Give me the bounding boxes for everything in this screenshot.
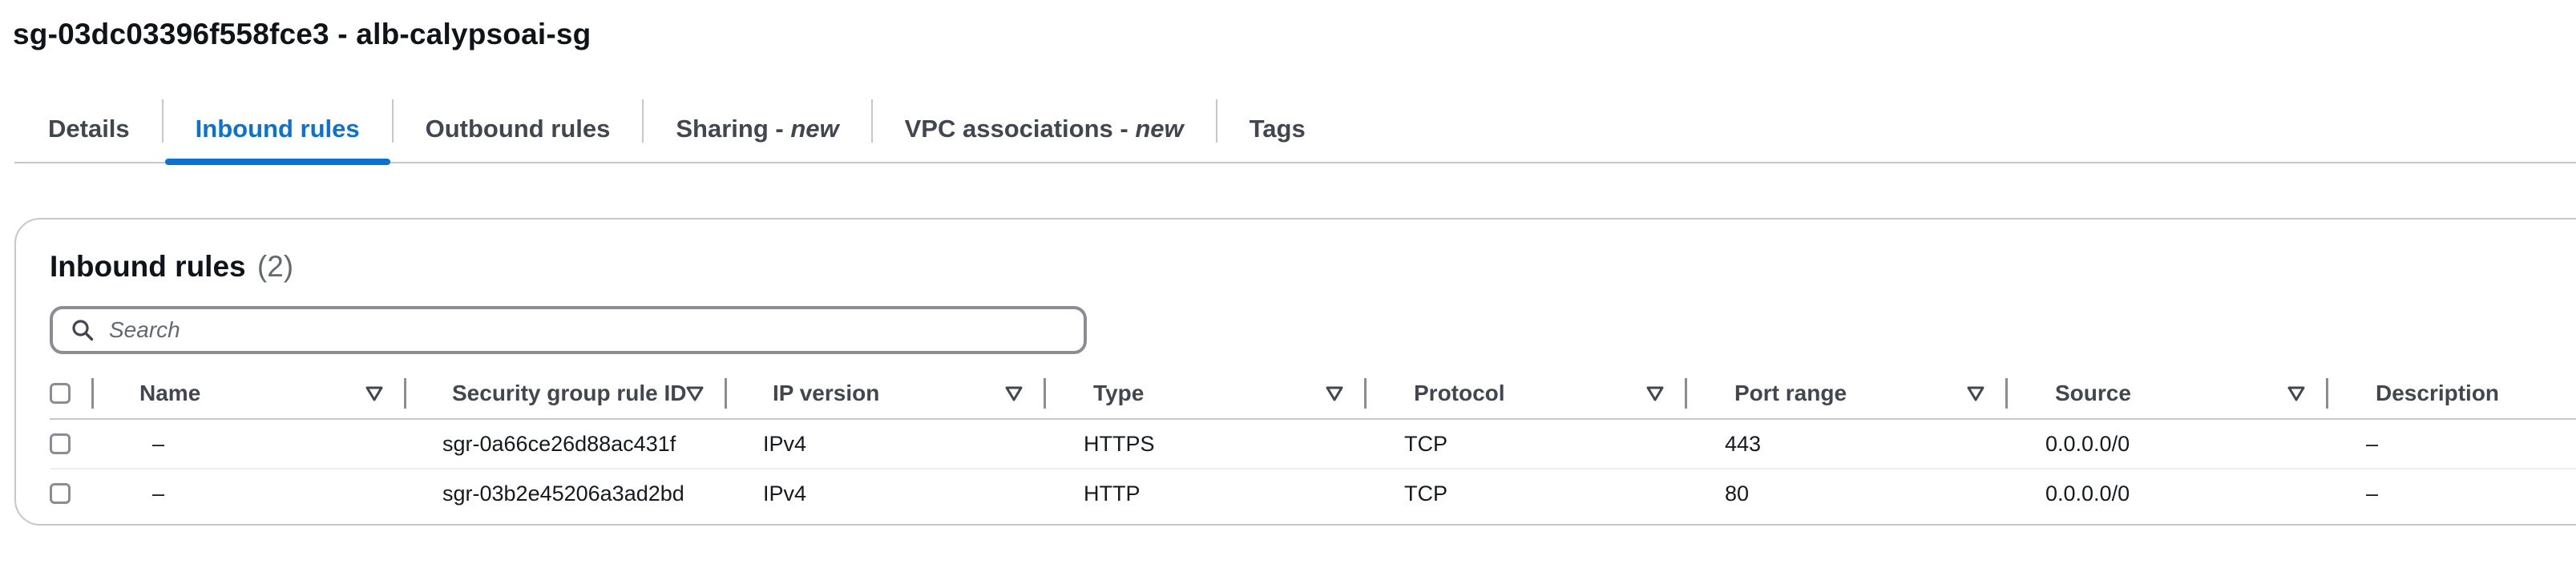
cell-type: HTTPS bbox=[1084, 431, 1155, 456]
cell-protocol: TCP bbox=[1404, 431, 1447, 456]
cell-port-range: 80 bbox=[1725, 481, 1750, 506]
tab-new-badge: new bbox=[790, 115, 839, 143]
column-label: Security group rule ID bbox=[452, 381, 687, 405]
cell-description: – bbox=[2366, 431, 2379, 456]
page-title: sg-03dc03396f558fce3 - alb-calypsoai-sg bbox=[13, 18, 592, 50]
tab-inbound-rules[interactable]: Inbound rules bbox=[164, 96, 392, 165]
column-label: Description bbox=[2376, 381, 2500, 405]
column-header-source[interactable]: Source bbox=[2055, 369, 2131, 418]
cell-source: 0.0.0.0/0 bbox=[2045, 481, 2130, 506]
column-header-rule-id[interactable]: Security group rule ID bbox=[452, 369, 687, 418]
tab-bar: Details Inbound rules Outbound rules Sha… bbox=[14, 96, 2576, 165]
rules-table: Name Security group rule ID IP version T… bbox=[50, 369, 2576, 518]
tab-label: Inbound rules bbox=[195, 115, 360, 143]
table-row[interactable]: – sgr-03b2e45206a3ad2bd IPv4 HTTP TCP 80… bbox=[50, 469, 2576, 518]
tab-new-badge: new bbox=[1135, 115, 1184, 143]
rule-count: (2) bbox=[256, 250, 294, 283]
panel-header: Inbound rules (2) bbox=[50, 250, 293, 284]
tab-outbound-rules[interactable]: Outbound rules bbox=[394, 96, 643, 162]
column-header-port-range[interactable]: Port range bbox=[1734, 369, 1847, 418]
cell-type: HTTP bbox=[1084, 481, 1141, 506]
tab-label: VPC associations - bbox=[904, 115, 1136, 143]
row-checkbox[interactable] bbox=[50, 433, 71, 454]
security-group-page: sg-03dc03396f558fce3 - alb-calypsoai-sg … bbox=[0, 0, 2576, 564]
column-resizer[interactable] bbox=[725, 378, 727, 409]
cell-ip-version: IPv4 bbox=[763, 431, 807, 456]
tab-label: Sharing - bbox=[676, 115, 791, 143]
sort-caret-down-icon[interactable] bbox=[1965, 383, 1986, 404]
column-header-description[interactable]: Description bbox=[2376, 369, 2499, 418]
tab-sharing[interactable]: Sharing - new bbox=[644, 96, 870, 162]
cell-ip-version: IPv4 bbox=[763, 481, 807, 506]
column-label: Source bbox=[2055, 381, 2131, 405]
column-resizer[interactable] bbox=[2326, 378, 2328, 409]
column-label: Protocol bbox=[1414, 381, 1505, 405]
tab-label: Outbound rules bbox=[425, 115, 611, 143]
row-select-cell bbox=[50, 420, 71, 468]
cell-rule-id: sgr-03b2e45206a3ad2bd bbox=[442, 481, 684, 506]
column-header-ip-version[interactable]: IP version bbox=[773, 369, 879, 418]
sort-caret-down-icon[interactable] bbox=[1003, 383, 1024, 404]
column-label: Name bbox=[139, 381, 201, 405]
column-resizer[interactable] bbox=[404, 378, 406, 409]
cell-name: – bbox=[152, 431, 165, 456]
cell-rule-id: sgr-0a66ce26d88ac431f bbox=[442, 431, 676, 456]
column-header-protocol[interactable]: Protocol bbox=[1414, 369, 1505, 418]
cell-port-range: 443 bbox=[1725, 431, 1762, 456]
cell-protocol: TCP bbox=[1404, 481, 1447, 506]
table-header: Name Security group rule ID IP version T… bbox=[50, 369, 2576, 420]
column-resizer[interactable] bbox=[2005, 378, 2008, 409]
inbound-rules-panel: Inbound rules (2) Name bbox=[14, 218, 2576, 526]
search-input[interactable] bbox=[107, 316, 1056, 344]
tab-label: Details bbox=[48, 115, 130, 143]
cell-source: 0.0.0.0/0 bbox=[2045, 431, 2130, 456]
sort-caret-down-icon[interactable] bbox=[1324, 383, 1345, 404]
column-resizer[interactable] bbox=[91, 378, 94, 409]
search-box[interactable] bbox=[50, 306, 1087, 354]
row-select-cell bbox=[50, 469, 71, 518]
sort-caret-down-icon[interactable] bbox=[2286, 383, 2307, 404]
panel-title: Inbound rules bbox=[50, 250, 246, 283]
column-resizer[interactable] bbox=[1364, 378, 1367, 409]
tab-vpc-associations[interactable]: VPC associations - new bbox=[873, 96, 1216, 162]
select-all-checkbox[interactable] bbox=[50, 383, 71, 404]
column-resizer[interactable] bbox=[1044, 378, 1046, 409]
tab-details[interactable]: Details bbox=[14, 96, 162, 162]
column-header-type[interactable]: Type bbox=[1093, 369, 1144, 418]
row-checkbox[interactable] bbox=[50, 483, 71, 504]
cell-description: – bbox=[2366, 481, 2379, 506]
cell-name: – bbox=[152, 481, 165, 506]
column-label: Port range bbox=[1734, 381, 1847, 405]
sort-caret-down-icon[interactable] bbox=[364, 383, 385, 404]
select-all-cell bbox=[50, 369, 71, 418]
tab-label: Tags bbox=[1249, 115, 1306, 143]
search-icon bbox=[69, 316, 96, 344]
column-header-name[interactable]: Name bbox=[139, 369, 200, 418]
column-resizer[interactable] bbox=[1685, 378, 1687, 409]
sort-caret-down-icon[interactable] bbox=[1645, 383, 1666, 404]
sort-caret-down-icon[interactable] bbox=[684, 383, 705, 404]
column-label: IP version bbox=[773, 381, 880, 405]
tab-tags[interactable]: Tags bbox=[1217, 96, 1338, 162]
table-row[interactable]: – sgr-0a66ce26d88ac431f IPv4 HTTPS TCP 4… bbox=[50, 420, 2576, 469]
column-label: Type bbox=[1093, 381, 1145, 405]
